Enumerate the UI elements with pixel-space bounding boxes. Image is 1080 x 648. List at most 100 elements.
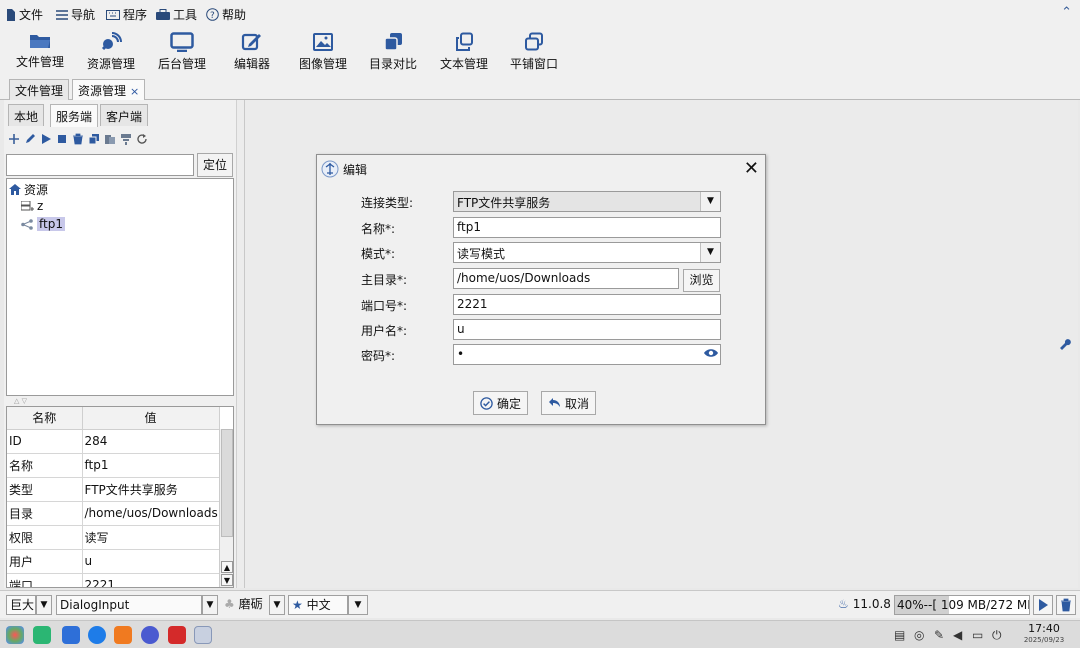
password-field[interactable]: • (453, 344, 721, 365)
duplicate-icon[interactable] (88, 133, 100, 148)
tab-resource-manager[interactable]: 资源管理 × (72, 79, 146, 100)
trash-icon[interactable] (72, 133, 84, 148)
ok-button[interactable]: 确定 (473, 391, 529, 415)
chevron-down-icon[interactable]: ▼ (348, 595, 368, 615)
column-header-name[interactable]: 名称 (7, 407, 83, 430)
panel-splitter[interactable]: △ ▽ (6, 398, 234, 405)
subtab-client[interactable]: 客户端 (100, 104, 149, 126)
paste-icon[interactable] (104, 133, 116, 148)
username-field[interactable]: u (453, 319, 721, 340)
close-icon[interactable]: ✕ (744, 158, 759, 179)
port-field[interactable]: 2221 (453, 294, 721, 315)
tray-network-icon[interactable]: ▭ (972, 628, 983, 642)
mode-select[interactable]: 读写模式 ▼ (453, 242, 721, 263)
tree-node-z[interactable]: z (21, 199, 43, 213)
close-icon[interactable]: × (130, 85, 139, 98)
resource-search-input[interactable] (6, 154, 194, 176)
cell-value: FTP文件共享服务 (82, 477, 220, 502)
language-select[interactable]: ★ 中文 (288, 595, 348, 615)
clear-button[interactable] (1056, 595, 1076, 615)
active-app-icon[interactable] (194, 626, 212, 644)
chevron-down-icon[interactable]: ▼ (700, 192, 720, 211)
menu-nav[interactable]: 导航 (56, 6, 95, 23)
double-chevron-up-icon[interactable]: ⌃ (1061, 5, 1072, 20)
menu-program[interactable]: 程序 (106, 6, 147, 23)
multitask-icon[interactable] (33, 626, 51, 644)
refresh-icon[interactable] (136, 133, 148, 148)
settings-app-icon[interactable] (141, 626, 159, 644)
vertical-scrollbar[interactable]: ▲ ▼ (219, 429, 233, 587)
toolbar-resource-manager[interactable]: 资源管理 (75, 30, 147, 72)
scrollbar-thumb[interactable] (221, 429, 233, 537)
cell-key: 名称 (7, 453, 83, 478)
table-row[interactable]: 端口 2221 (7, 573, 220, 587)
tray-volume-icon[interactable]: ◀ (953, 628, 962, 642)
memory-meter[interactable]: 40%--[ 109 MB/272 MB ] (894, 595, 1030, 615)
wrench-icon[interactable] (1058, 336, 1072, 353)
conn-type-value: FTP文件共享服务 (457, 196, 551, 210)
chevron-down-icon[interactable]: ▼ (700, 243, 720, 262)
tray-power-icon[interactable]: ⏻ (992, 628, 1002, 643)
size-select[interactable]: 巨大 (6, 595, 36, 615)
menu-help[interactable]: ? 帮助 (206, 6, 246, 23)
file-manager-app-icon[interactable] (62, 626, 80, 644)
stop-icon[interactable] (56, 133, 68, 148)
play-button[interactable] (1033, 595, 1053, 615)
table-row[interactable]: 类型 FTP文件共享服务 (7, 477, 220, 502)
java-icon: ♨ (838, 597, 849, 611)
clock[interactable]: 17:40 2025/09/23 (1022, 623, 1066, 645)
table-row[interactable]: ID 284 (7, 429, 220, 454)
toolbar-file-manager[interactable]: 文件管理 (4, 30, 76, 70)
theme-select[interactable]: ♣ 磨砺 (221, 595, 267, 615)
subtab-local[interactable]: 本地 (8, 104, 45, 126)
chevron-down-icon[interactable]: ▼ (202, 595, 218, 615)
home-dir-field[interactable]: /home/uos/Downloads (453, 268, 679, 289)
app-store-icon[interactable] (114, 626, 132, 644)
column-header-value[interactable]: 值 (82, 407, 220, 430)
tab-file-manager[interactable]: 文件管理 (9, 79, 70, 100)
table-row[interactable]: 用户 u (7, 549, 220, 574)
tree-root[interactable]: 资源 (9, 181, 48, 198)
table-row[interactable]: 目录/home/uos/Downloads (7, 501, 220, 526)
play-icon[interactable] (40, 133, 52, 148)
name-field[interactable]: ftp1 (453, 217, 721, 238)
menu-tools[interactable]: 工具 (156, 6, 197, 23)
tray-pen-icon[interactable]: ✎ (934, 628, 944, 642)
conn-type-select[interactable]: FTP文件共享服务 ▼ (453, 191, 721, 212)
cancel-button[interactable]: 取消 (541, 391, 597, 415)
subtab-label: 本地 (14, 110, 39, 124)
toolbar-tile-windows[interactable]: 平铺窗口 (498, 30, 570, 72)
toolbar-image-manager[interactable]: 图像管理 (287, 30, 359, 72)
chevron-down-icon[interactable]: ▼ (36, 595, 52, 615)
tree-node-ftp1[interactable]: ftp1 (21, 217, 65, 231)
pencil-icon[interactable] (24, 133, 36, 148)
subtab-server[interactable]: 服务端 (50, 104, 99, 127)
chevron-down-icon[interactable]: ▼ (269, 595, 285, 615)
edit-icon (241, 33, 261, 51)
locate-button[interactable]: 定位 (197, 153, 233, 177)
tray-assistant-icon[interactable]: ◎ (914, 628, 924, 642)
scroll-down-arrow-icon[interactable]: ▼ (221, 574, 233, 586)
terminal-app-icon[interactable] (168, 626, 186, 644)
font-value: DialogInput (60, 598, 130, 612)
font-select[interactable]: DialogInput (56, 595, 202, 615)
toolbar-backend-manager[interactable]: 后台管理 (146, 30, 218, 72)
browse-button[interactable]: 浏览 (683, 269, 720, 292)
toolbar-dir-compare[interactable]: 目录对比 (357, 30, 429, 72)
table-row[interactable]: 权限 读写 (7, 525, 220, 550)
toolbar-editor[interactable]: 编辑器 (216, 30, 288, 72)
cell-key: 用户 (7, 549, 83, 574)
filter-icon[interactable] (120, 133, 132, 148)
tray-screenshot-icon[interactable]: ▤ (894, 628, 905, 642)
toolbox-icon (156, 9, 170, 20)
left-panel-splitter[interactable] (236, 100, 244, 588)
scroll-up-arrow-icon[interactable]: ▲ (221, 561, 233, 573)
add-icon[interactable] (8, 133, 20, 148)
table-row[interactable]: 名称 ftp1 (7, 453, 220, 478)
browser-app-icon[interactable] (88, 626, 106, 644)
eye-icon[interactable] (704, 347, 718, 362)
dialog-titlebar[interactable]: 编辑 ✕ (317, 155, 765, 183)
menu-file[interactable]: 文件 (6, 6, 43, 23)
toolbar-text-manager[interactable]: 文本管理 (428, 30, 500, 72)
launcher-icon[interactable] (6, 626, 24, 644)
